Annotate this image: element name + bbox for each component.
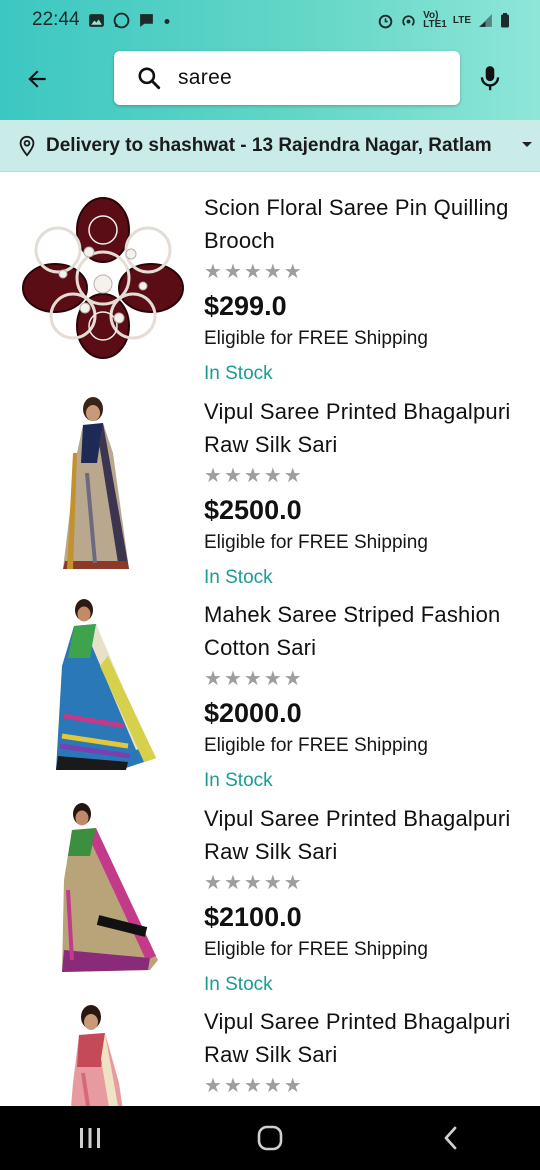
whatsapp-icon: [113, 12, 129, 28]
delivery-address-text: Delivery to shashwat - 13 Rajendra Nagar…: [46, 134, 492, 156]
home-button[interactable]: [240, 1113, 300, 1163]
product-title[interactable]: Scion Floral Saree Pin Quilling Brooch: [204, 191, 524, 257]
star-icon: ★: [283, 668, 302, 690]
star-icon: ★: [283, 261, 302, 283]
saree-model-image: [71, 1005, 123, 1106]
product-image[interactable]: [18, 189, 188, 367]
star-icon: ★: [204, 1075, 222, 1097]
dot-icon: [164, 18, 170, 24]
brooch-image: [22, 197, 184, 359]
product-price: $2100.0: [204, 901, 302, 932]
rating-stars: ★ ★ ★ ★ ★: [204, 259, 524, 285]
rating-stars: ★ ★ ★ ★ ★: [204, 666, 524, 692]
back-nav-button[interactable]: [420, 1113, 480, 1163]
back-button[interactable]: [20, 62, 54, 96]
rating-stars: ★ ★ ★ ★ ★: [204, 870, 524, 896]
product-image[interactable]: [18, 393, 188, 571]
battery-icon: [501, 12, 509, 27]
status-bar: 22:44 Vo) LTE1 LTE: [0, 0, 540, 40]
signal-icon: [479, 13, 492, 27]
star-icon: ★: [223, 1075, 242, 1097]
home-icon: [257, 1125, 283, 1151]
product-price: $2500.0: [204, 494, 302, 525]
search-query[interactable]: saree: [178, 66, 232, 90]
star-icon: ★: [223, 464, 242, 487]
app-header: 22:44 Vo) LTE1 LTE saree: [0, 0, 540, 120]
product-price: $2000.0: [204, 698, 302, 728]
gallery-icon: [88, 13, 104, 27]
star-icon: ★: [283, 1075, 302, 1097]
network-indicator: LTE: [452, 14, 471, 26]
mic-icon: [480, 66, 500, 91]
star-icon: ★: [204, 871, 222, 894]
star-icon: ★: [263, 871, 282, 894]
star-icon: ★: [243, 464, 262, 487]
shipping-info: Eligible for FREE Shipping: [204, 531, 428, 553]
star-icon: ★: [204, 261, 222, 283]
arrow-left-icon: [28, 70, 46, 88]
product-item[interactable]: Mahek Saree Striped Fashion Cotton Sari …: [0, 580, 540, 791]
star-icon: ★: [223, 668, 242, 690]
product-item[interactable]: Vipul Saree Printed Bhagalpuri Raw Silk …: [0, 377, 540, 588]
search-icon: [138, 67, 161, 90]
star-icon: ★: [263, 668, 282, 690]
star-icon: ★: [283, 871, 302, 894]
back-nav-icon: [444, 1126, 457, 1150]
product-list: Scion Floral Saree Pin Quilling Brooch ★…: [0, 173, 540, 1106]
product-item[interactable]: Vipul Saree Printed Bhagalpuri Raw Silk …: [0, 784, 540, 995]
search-input[interactable]: saree: [114, 51, 460, 105]
star-icon: ★: [243, 668, 262, 690]
location-pin-icon: [19, 135, 35, 157]
product-title[interactable]: Vipul Saree Printed Bhagalpuri Raw Silk …: [204, 802, 524, 868]
recents-button[interactable]: [60, 1113, 120, 1163]
star-icon: ★: [263, 464, 282, 487]
search-row: saree: [0, 48, 540, 108]
shipping-info: Eligible for FREE Shipping: [204, 328, 428, 349]
chevron-down-icon[interactable]: [522, 142, 532, 147]
product-title[interactable]: Vipul Saree Printed Bhagalpuri Raw Silk …: [204, 1005, 524, 1071]
product-image[interactable]: [18, 800, 188, 978]
saree-model-image: [62, 802, 158, 972]
product-title[interactable]: Vipul Saree Printed Bhagalpuri Raw Silk …: [204, 395, 524, 461]
star-icon: ★: [204, 464, 222, 487]
system-nav-bar: [0, 1106, 540, 1170]
star-icon: ★: [223, 261, 242, 283]
shipping-info: Eligible for FREE Shipping: [204, 938, 428, 960]
message-icon: [139, 13, 153, 27]
rating-stars: ★ ★ ★ ★ ★: [204, 463, 524, 489]
star-icon: ★: [243, 1075, 262, 1097]
saree-model-image: [56, 599, 156, 770]
saree-model-image: [63, 396, 129, 569]
product-image[interactable]: [18, 596, 188, 774]
voice-search-button[interactable]: [474, 62, 506, 96]
shipping-info: Eligible for FREE Shipping: [204, 735, 428, 756]
star-icon: ★: [243, 871, 262, 894]
product-item[interactable]: Scion Floral Saree Pin Quilling Brooch ★…: [0, 173, 540, 384]
status-time: 22:44: [32, 9, 80, 30]
product-image[interactable]: [18, 1003, 188, 1106]
star-icon: ★: [263, 1075, 282, 1097]
star-icon: ★: [283, 464, 302, 487]
hotspot-icon: [402, 14, 415, 26]
star-icon: ★: [204, 668, 222, 690]
star-icon: ★: [223, 871, 242, 894]
alarm-icon: [378, 14, 393, 28]
product-price: $299.0: [204, 291, 287, 321]
volte-indicator: Vo) LTE1: [423, 10, 447, 30]
delivery-address-bar[interactable]: Delivery to shashwat - 13 Rajendra Nagar…: [0, 120, 540, 172]
star-icon: ★: [243, 261, 262, 283]
product-item[interactable]: Vipul Saree Printed Bhagalpuri Raw Silk …: [0, 987, 540, 1106]
rating-stars: ★ ★ ★ ★ ★: [204, 1073, 524, 1099]
recents-icon: [80, 1128, 100, 1148]
star-icon: ★: [263, 261, 282, 283]
product-title[interactable]: Mahek Saree Striped Fashion Cotton Sari: [204, 598, 524, 664]
